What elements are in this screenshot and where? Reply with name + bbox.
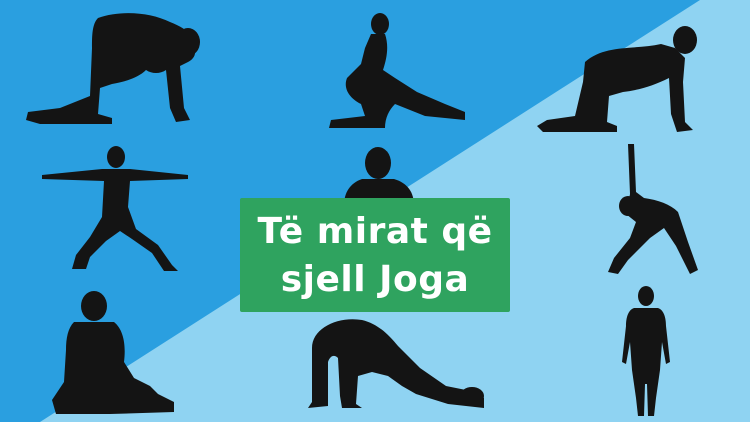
cow-pose-silhouette [537, 26, 697, 132]
title-line-2: sjell Joga [280, 259, 470, 300]
mountain-pose-silhouette [622, 286, 670, 416]
cat-pose-silhouette [26, 13, 200, 124]
warrior-pose-silhouette [42, 146, 188, 271]
bridge-pose-silhouette [308, 319, 484, 408]
title-banner: Të mirat që sjell Joga [240, 198, 510, 312]
triangle-pose-silhouette [608, 144, 698, 274]
seated-twist-silhouette [52, 291, 174, 414]
yoga-banner: Të mirat që sjell Joga [0, 0, 750, 422]
low-lunge-silhouette [329, 13, 465, 128]
title-line-1: Të mirat që [257, 211, 493, 252]
